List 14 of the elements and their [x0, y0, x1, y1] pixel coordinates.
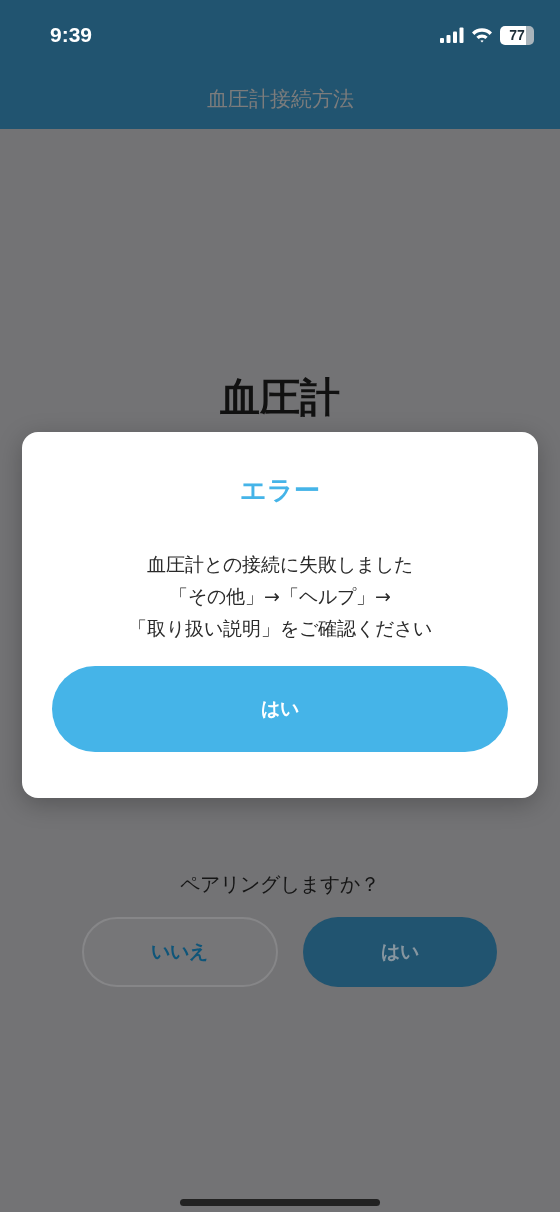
yes-button[interactable]: はい — [302, 917, 497, 987]
wifi-icon — [471, 27, 493, 43]
no-button[interactable]: いいえ — [81, 917, 278, 987]
pairing-question: ペアリングしますか？ — [180, 871, 380, 897]
screen-title: 血圧計接続方法 — [206, 85, 354, 113]
dialog-message-line: 「取り扱い説明」をご確認ください — [128, 616, 432, 641]
signal-icon — [440, 27, 464, 43]
dialog-message-line: 血圧計との接続に失敗しました — [147, 552, 413, 577]
dialog-title: エラー — [240, 474, 320, 507]
battery-level: 77 — [509, 27, 525, 43]
device-title: 血圧計 — [220, 373, 340, 421]
clock-time: 9:39 — [50, 23, 93, 47]
ok-button[interactable]: はい — [52, 666, 508, 752]
dialog-message-line: 「その他」→「ヘルプ」→ — [169, 584, 391, 609]
